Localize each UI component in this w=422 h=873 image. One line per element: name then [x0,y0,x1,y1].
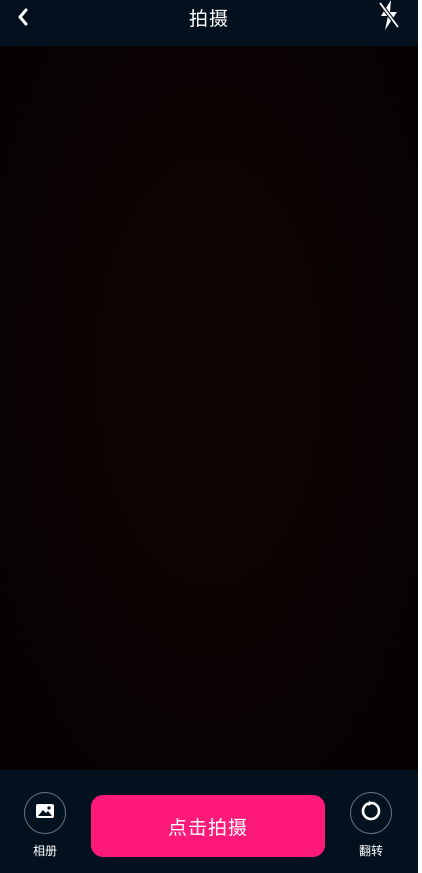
rotate-icon [360,800,382,826]
bottom-bar: 相册 点击拍摄 翻转 [0,770,418,873]
album-icon-circle [24,792,66,834]
page-title: 拍摄 [188,8,229,30]
camera-viewfinder[interactable] [0,46,418,770]
top-bar: 拍摄 [0,0,418,46]
flip-camera-button[interactable]: 翻转 [341,792,401,858]
image-icon [35,803,55,823]
flash-toggle-button[interactable] [376,0,402,34]
camera-screen: 拍摄 相册 点击拍摄 翻转 [0,0,418,873]
flip-label: 翻转 [358,844,383,858]
capture-button[interactable]: 点击拍摄 [91,795,325,857]
album-label: 相册 [32,844,57,858]
flip-icon-circle [350,792,392,834]
flash-off-icon [377,0,401,35]
album-button[interactable]: 相册 [15,792,75,858]
